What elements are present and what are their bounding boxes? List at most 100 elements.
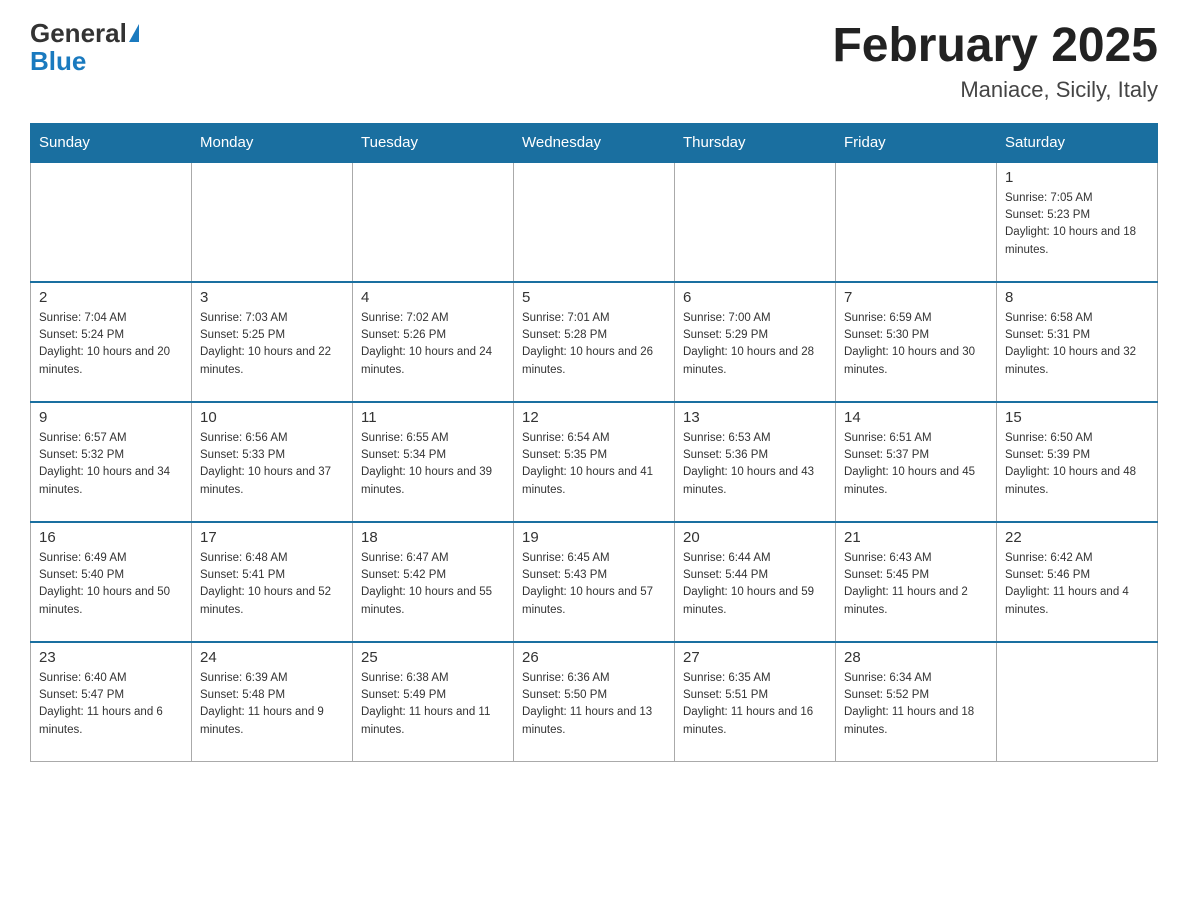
week-row-2: 2Sunrise: 7:04 AMSunset: 5:24 PMDaylight… [31, 282, 1158, 402]
day-info: Sunrise: 7:05 AMSunset: 5:23 PMDaylight:… [1005, 190, 1149, 259]
calendar-cell [997, 642, 1158, 762]
day-info: Sunrise: 6:55 AMSunset: 5:34 PMDaylight:… [361, 430, 505, 499]
calendar-cell: 24 Sunrise: 6:39 AMSunset: 5:48 PMDayligh… [192, 642, 353, 762]
day-info: Sunrise: 7:03 AMSunset: 5:25 PMDaylight:… [200, 310, 344, 379]
weekday-header-tuesday: Tuesday [353, 123, 514, 162]
calendar-cell: 16 Sunrise: 6:49 AMSunset: 5:40 PMDayligh… [31, 522, 192, 642]
week-row-5: 23 Sunrise: 6:40 AMSunset: 5:47 PMDayligh… [31, 642, 1158, 762]
day-info: Sunrise: 6:45 AMSunset: 5:43 PMDaylight:… [522, 550, 666, 619]
day-number: 6 [683, 289, 827, 306]
calendar-cell: 25 Sunrise: 6:38 AMSunset: 5:49 PMDayligh… [353, 642, 514, 762]
day-number: 12 [522, 409, 666, 426]
logo-triangle-icon [129, 24, 139, 42]
calendar-cell: 23 Sunrise: 6:40 AMSunset: 5:47 PMDayligh… [31, 642, 192, 762]
weekday-header-monday: Monday [192, 123, 353, 162]
calendar-header-row: SundayMondayTuesdayWednesdayThursdayFrid… [31, 123, 1158, 162]
calendar-cell: 4 Sunrise: 7:02 AMSunset: 5:26 PMDaylight… [353, 282, 514, 402]
calendar-cell: 2Sunrise: 7:04 AMSunset: 5:24 PMDaylight… [31, 282, 192, 402]
calendar-cell: 26 Sunrise: 6:36 AMSunset: 5:50 PMDayligh… [514, 642, 675, 762]
day-info: Sunrise: 6:39 AMSunset: 5:48 PMDaylight:… [200, 670, 344, 739]
title-block: February 2025 Maniace, Sicily, Italy [832, 20, 1158, 103]
weekday-header-saturday: Saturday [997, 123, 1158, 162]
day-number: 22 [1005, 529, 1149, 546]
day-info: Sunrise: 6:56 AMSunset: 5:33 PMDaylight:… [200, 430, 344, 499]
day-info: Sunrise: 6:43 AMSunset: 5:45 PMDaylight:… [844, 550, 988, 619]
calendar-cell: 18 Sunrise: 6:47 AMSunset: 5:42 PMDayligh… [353, 522, 514, 642]
calendar-cell [836, 162, 997, 282]
day-info: Sunrise: 6:34 AMSunset: 5:52 PMDaylight:… [844, 670, 988, 739]
day-info: Sunrise: 6:42 AMSunset: 5:46 PMDaylight:… [1005, 550, 1149, 619]
page-header: General Blue February 2025 Maniace, Sici… [30, 20, 1158, 103]
calendar-cell: 10 Sunrise: 6:56 AMSunset: 5:33 PMDayligh… [192, 402, 353, 522]
day-info: Sunrise: 6:38 AMSunset: 5:49 PMDaylight:… [361, 670, 505, 739]
month-title: February 2025 [832, 20, 1158, 73]
day-info: Sunrise: 6:44 AMSunset: 5:44 PMDaylight:… [683, 550, 827, 619]
calendar-cell: 14Sunrise: 6:51 AMSunset: 5:37 PMDayligh… [836, 402, 997, 522]
calendar-cell: 13 Sunrise: 6:53 AMSunset: 5:36 PMDayligh… [675, 402, 836, 522]
location-title: Maniace, Sicily, Italy [832, 77, 1158, 103]
day-number: 18 [361, 529, 505, 546]
day-number: 20 [683, 529, 827, 546]
day-number: 25 [361, 649, 505, 666]
day-number: 19 [522, 529, 666, 546]
logo-general-text: General [30, 20, 127, 46]
day-info: Sunrise: 6:53 AMSunset: 5:36 PMDaylight:… [683, 430, 827, 499]
day-number: 10 [200, 409, 344, 426]
day-number: 2 [39, 289, 183, 306]
day-number: 7 [844, 289, 988, 306]
day-info: Sunrise: 6:50 AMSunset: 5:39 PMDaylight:… [1005, 430, 1149, 499]
calendar-cell [192, 162, 353, 282]
day-number: 9 [39, 409, 183, 426]
day-info: Sunrise: 7:01 AMSunset: 5:28 PMDaylight:… [522, 310, 666, 379]
calendar-cell: 28Sunrise: 6:34 AMSunset: 5:52 PMDayligh… [836, 642, 997, 762]
day-info: Sunrise: 6:47 AMSunset: 5:42 PMDaylight:… [361, 550, 505, 619]
calendar-cell [514, 162, 675, 282]
calendar-cell [31, 162, 192, 282]
day-number: 1 [1005, 169, 1149, 186]
logo-blue-text: Blue [30, 46, 86, 77]
weekday-header-friday: Friday [836, 123, 997, 162]
calendar-cell: 12 Sunrise: 6:54 AMSunset: 5:35 PMDayligh… [514, 402, 675, 522]
day-number: 16 [39, 529, 183, 546]
day-info: Sunrise: 6:40 AMSunset: 5:47 PMDaylight:… [39, 670, 183, 739]
weekday-header-thursday: Thursday [675, 123, 836, 162]
day-info: Sunrise: 7:00 AMSunset: 5:29 PMDaylight:… [683, 310, 827, 379]
calendar-cell: 8Sunrise: 6:58 AMSunset: 5:31 PMDaylight… [997, 282, 1158, 402]
week-row-4: 16 Sunrise: 6:49 AMSunset: 5:40 PMDayligh… [31, 522, 1158, 642]
day-info: Sunrise: 6:58 AMSunset: 5:31 PMDaylight:… [1005, 310, 1149, 379]
day-number: 26 [522, 649, 666, 666]
day-number: 13 [683, 409, 827, 426]
day-number: 24 [200, 649, 344, 666]
day-info: Sunrise: 6:57 AMSunset: 5:32 PMDaylight:… [39, 430, 183, 499]
day-number: 23 [39, 649, 183, 666]
day-number: 4 [361, 289, 505, 306]
week-row-3: 9 Sunrise: 6:57 AMSunset: 5:32 PMDaylight… [31, 402, 1158, 522]
day-number: 27 [683, 649, 827, 666]
week-row-1: 1 Sunrise: 7:05 AMSunset: 5:23 PMDaylight… [31, 162, 1158, 282]
day-info: Sunrise: 6:49 AMSunset: 5:40 PMDaylight:… [39, 550, 183, 619]
day-info: Sunrise: 6:51 AMSunset: 5:37 PMDaylight:… [844, 430, 988, 499]
calendar-cell [675, 162, 836, 282]
day-info: Sunrise: 6:54 AMSunset: 5:35 PMDaylight:… [522, 430, 666, 499]
calendar-cell: 5 Sunrise: 7:01 AMSunset: 5:28 PMDaylight… [514, 282, 675, 402]
day-info: Sunrise: 6:36 AMSunset: 5:50 PMDaylight:… [522, 670, 666, 739]
day-number: 3 [200, 289, 344, 306]
day-number: 15 [1005, 409, 1149, 426]
day-info: Sunrise: 6:35 AMSunset: 5:51 PMDaylight:… [683, 670, 827, 739]
calendar-cell: 17 Sunrise: 6:48 AMSunset: 5:41 PMDayligh… [192, 522, 353, 642]
day-number: 5 [522, 289, 666, 306]
day-number: 11 [361, 409, 505, 426]
weekday-header-wednesday: Wednesday [514, 123, 675, 162]
day-number: 17 [200, 529, 344, 546]
calendar-cell: 27 Sunrise: 6:35 AMSunset: 5:51 PMDayligh… [675, 642, 836, 762]
calendar-cell: 19 Sunrise: 6:45 AMSunset: 5:43 PMDayligh… [514, 522, 675, 642]
calendar-cell: 6 Sunrise: 7:00 AMSunset: 5:29 PMDaylight… [675, 282, 836, 402]
calendar-cell: 9 Sunrise: 6:57 AMSunset: 5:32 PMDaylight… [31, 402, 192, 522]
day-info: Sunrise: 6:48 AMSunset: 5:41 PMDaylight:… [200, 550, 344, 619]
calendar-cell: 11 Sunrise: 6:55 AMSunset: 5:34 PMDayligh… [353, 402, 514, 522]
calendar-cell: 22 Sunrise: 6:42 AMSunset: 5:46 PMDayligh… [997, 522, 1158, 642]
calendar-cell: 21Sunrise: 6:43 AMSunset: 5:45 PMDayligh… [836, 522, 997, 642]
calendar-cell: 15 Sunrise: 6:50 AMSunset: 5:39 PMDayligh… [997, 402, 1158, 522]
calendar-cell: 1 Sunrise: 7:05 AMSunset: 5:23 PMDaylight… [997, 162, 1158, 282]
day-info: Sunrise: 7:02 AMSunset: 5:26 PMDaylight:… [361, 310, 505, 379]
